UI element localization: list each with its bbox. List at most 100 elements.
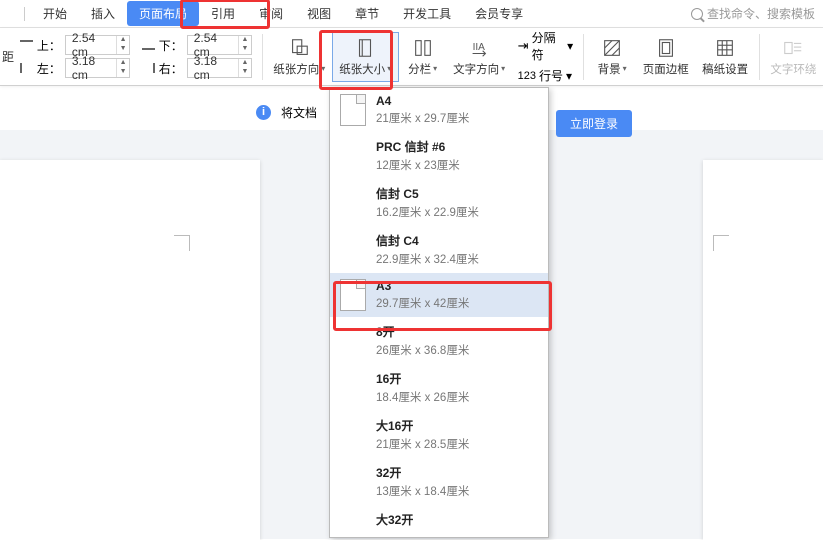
label: 下：	[159, 37, 183, 54]
document-page[interactable]	[0, 160, 260, 540]
background-button[interactable]: 背景▾	[588, 32, 636, 82]
page-size-option[interactable]: A3 29.7厘米 x 42厘米	[330, 273, 548, 317]
tab-page-layout[interactable]: 页面布局	[127, 1, 199, 26]
document-page[interactable]	[703, 160, 823, 540]
tab-references[interactable]: 引用	[199, 1, 247, 26]
banner-text: 将文档	[281, 104, 317, 121]
text-direction-button[interactable]: IIA 文字方向▾	[447, 32, 512, 82]
chevron-down-icon: ▾	[433, 64, 437, 73]
columns-button[interactable]: 分栏▾	[399, 32, 447, 82]
chevron-down-icon: ▾	[321, 64, 325, 73]
size-name: 32开	[376, 464, 469, 481]
page-size-dropdown[interactable]: A4 21厘米 x 29.7厘米 PRC 信封 #6 12厘米 x 23厘米信封 C5…	[329, 87, 549, 538]
size-dimensions: 13厘米 x 18.4厘米	[376, 483, 469, 499]
spin-up-icon[interactable]: ▲	[239, 36, 251, 45]
size-dimensions: 12厘米 x 23厘米	[376, 157, 460, 173]
toolbar: 距 上：2.54 cm▲▼ 左：3.18 cm▲▼ 下：2.54 cm▲▼ 右：…	[0, 28, 823, 86]
text-wrap-button: 文字环绕	[764, 32, 823, 82]
columns-icon	[412, 37, 434, 59]
margin-right-icon	[142, 63, 155, 73]
page-size-option[interactable]: 8开26厘米 x 36.8厘米	[330, 317, 548, 364]
spin-up-icon[interactable]: ▲	[117, 59, 129, 68]
chevron-down-icon: ▾	[566, 69, 572, 83]
size-name: 大32开	[376, 511, 413, 528]
doc-grid-icon	[714, 37, 736, 59]
size-dimensions: 16.2厘米 x 22.9厘米	[376, 204, 479, 220]
orientation-icon	[288, 37, 310, 59]
background-icon	[601, 37, 623, 59]
separator	[583, 34, 584, 80]
spin-up-icon[interactable]: ▲	[239, 59, 251, 68]
margin-left-icon	[20, 63, 33, 73]
page-size-option[interactable]: 信封 C5 16.2厘米 x 22.9厘米	[330, 179, 548, 226]
margin-right-group: 下：2.54 cm▲▼ 右：3.18 cm▲▼	[136, 32, 258, 81]
size-dimensions: 22.9厘米 x 32.4厘米	[376, 251, 479, 267]
spin-down-icon[interactable]: ▼	[117, 68, 129, 77]
size-dimensions: 18.4厘米 x 26厘米	[376, 389, 469, 405]
text-wrap-icon	[782, 37, 804, 59]
line-numbers-button[interactable]: 123行号▾	[518, 67, 574, 84]
search-placeholder: 查找命令、搜索模板	[707, 5, 815, 22]
tab-bar: 开始 插入 页面布局 引用 审阅 视图 章节 开发工具 会员专享 查找命令、搜索…	[0, 0, 823, 28]
chevron-down-icon: ▾	[387, 64, 391, 73]
tab-view[interactable]: 视图	[295, 1, 343, 26]
size-name: A3	[376, 279, 469, 293]
spin-down-icon[interactable]: ▼	[239, 45, 251, 54]
margin-group-label: 距	[0, 48, 14, 65]
margin-corner-icon	[713, 235, 729, 251]
tab-dev-tools[interactable]: 开发工具	[391, 1, 463, 26]
tab-review[interactable]: 审阅	[247, 1, 295, 26]
page-size-button[interactable]: 纸张大小▾	[332, 32, 399, 82]
spin-up-icon[interactable]: ▲	[117, 36, 129, 45]
size-name: 信封 C5	[376, 185, 479, 202]
text-direction-icon: IIA	[468, 37, 490, 59]
margin-top-input[interactable]: 2.54 cm▲▼	[65, 35, 130, 55]
separator	[759, 34, 760, 80]
search-icon	[691, 8, 703, 20]
size-name: PRC 信封 #6	[376, 138, 460, 155]
tab-section[interactable]: 章节	[343, 1, 391, 26]
page-size-option[interactable]: 16开 18.4厘米 x 26厘米	[330, 364, 548, 411]
breaks-button[interactable]: ⇥分隔符▾	[518, 29, 574, 63]
size-name: A4	[376, 94, 469, 108]
margin-bottom-icon	[142, 40, 155, 50]
spin-down-icon[interactable]: ▼	[239, 68, 251, 77]
margin-top-icon	[20, 40, 33, 50]
size-dimensions: 29.7厘米 x 42厘米	[376, 295, 469, 311]
margin-bottom-input[interactable]: 2.54 cm▲▼	[187, 35, 252, 55]
login-button[interactable]: 立即登录	[556, 110, 632, 137]
page-border-button[interactable]: 页面边框	[636, 32, 695, 82]
margin-right-input[interactable]: 3.18 cm▲▼	[187, 58, 252, 78]
doc-grid-button[interactable]: 稿纸设置	[695, 32, 754, 82]
size-name: 16开	[376, 370, 469, 387]
page-size-option[interactable]: A4 21厘米 x 29.7厘米	[330, 88, 548, 132]
margin-left-input[interactable]: 3.18 cm▲▼	[65, 58, 130, 78]
page-border-icon	[655, 37, 677, 59]
label: 右：	[159, 60, 183, 77]
spin-down-icon[interactable]: ▼	[117, 45, 129, 54]
label: 左：	[37, 60, 61, 77]
size-dimensions: 21厘米 x 29.7厘米	[376, 110, 469, 126]
separator	[24, 7, 25, 21]
size-name: 大16开	[376, 417, 469, 434]
tab-member[interactable]: 会员专享	[463, 1, 535, 26]
chevron-down-icon: ▾	[623, 64, 627, 73]
page-size-option[interactable]: 大32开	[330, 505, 548, 538]
tab-insert[interactable]: 插入	[79, 1, 127, 26]
info-banner: i 将文档	[256, 104, 317, 121]
separator	[262, 34, 263, 80]
margin-left-group: 上：2.54 cm▲▼ 左：3.18 cm▲▼	[14, 32, 136, 81]
search-input[interactable]: 查找命令、搜索模板	[691, 5, 815, 22]
info-icon: i	[256, 105, 271, 120]
page-size-option[interactable]: 大16开21厘米 x 28.5厘米	[330, 411, 548, 458]
page-icon	[340, 94, 366, 126]
orientation-button[interactable]: 纸张方向▾	[267, 32, 332, 82]
tab-home[interactable]: 开始	[31, 1, 79, 26]
chevron-down-icon: ▾	[501, 64, 505, 73]
page-size-option[interactable]: 32开 13厘米 x 18.4厘米	[330, 458, 548, 505]
size-dimensions: 26厘米 x 36.8厘米	[376, 342, 469, 358]
page-size-option[interactable]: 信封 C4 22.9厘米 x 32.4厘米	[330, 226, 548, 273]
size-name: 信封 C4	[376, 232, 479, 249]
label: 上：	[37, 37, 61, 54]
page-size-option[interactable]: PRC 信封 #6 12厘米 x 23厘米	[330, 132, 548, 179]
